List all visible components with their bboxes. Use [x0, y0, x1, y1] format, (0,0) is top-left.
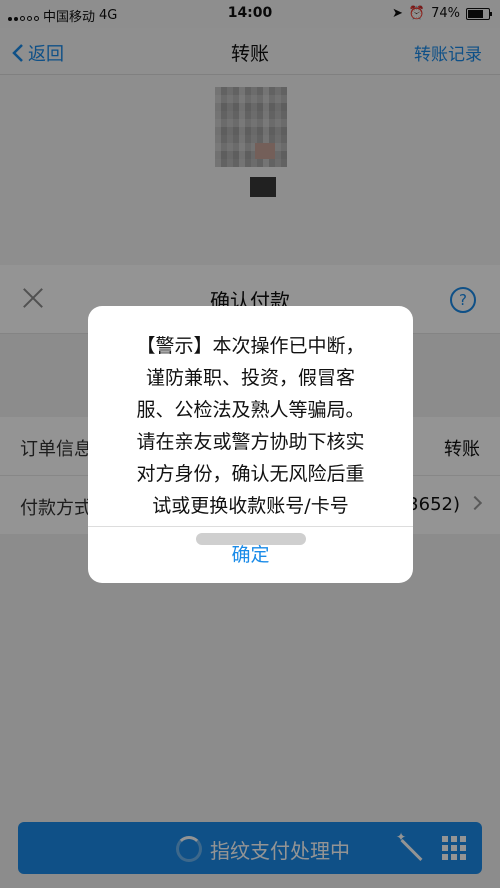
- warning-message: 【警示】本次操作已中断， 谨防兼职、投资，假冒客 服、公检法及熟人等骗局。 请在…: [110, 330, 391, 554]
- warning-line-2: 谨防兼职、投资，假冒客: [145, 367, 355, 389]
- warning-line-6: 试或更换收款账号/卡号: [152, 495, 349, 517]
- warning-line-1: 【警示】本次操作已中断，: [136, 335, 365, 357]
- confirm-button[interactable]: 确定: [88, 527, 413, 583]
- warning-dialog: 【警示】本次操作已中断， 谨防兼职、投资，假冒客 服、公检法及熟人等骗局。 请在…: [88, 306, 413, 583]
- warning-line-5: 对方身份，确认无风险后重: [136, 463, 365, 485]
- warning-line-4: 请在亲友或警方协助下核实: [136, 431, 365, 453]
- warning-line-3: 服、公检法及熟人等骗局。: [136, 399, 365, 421]
